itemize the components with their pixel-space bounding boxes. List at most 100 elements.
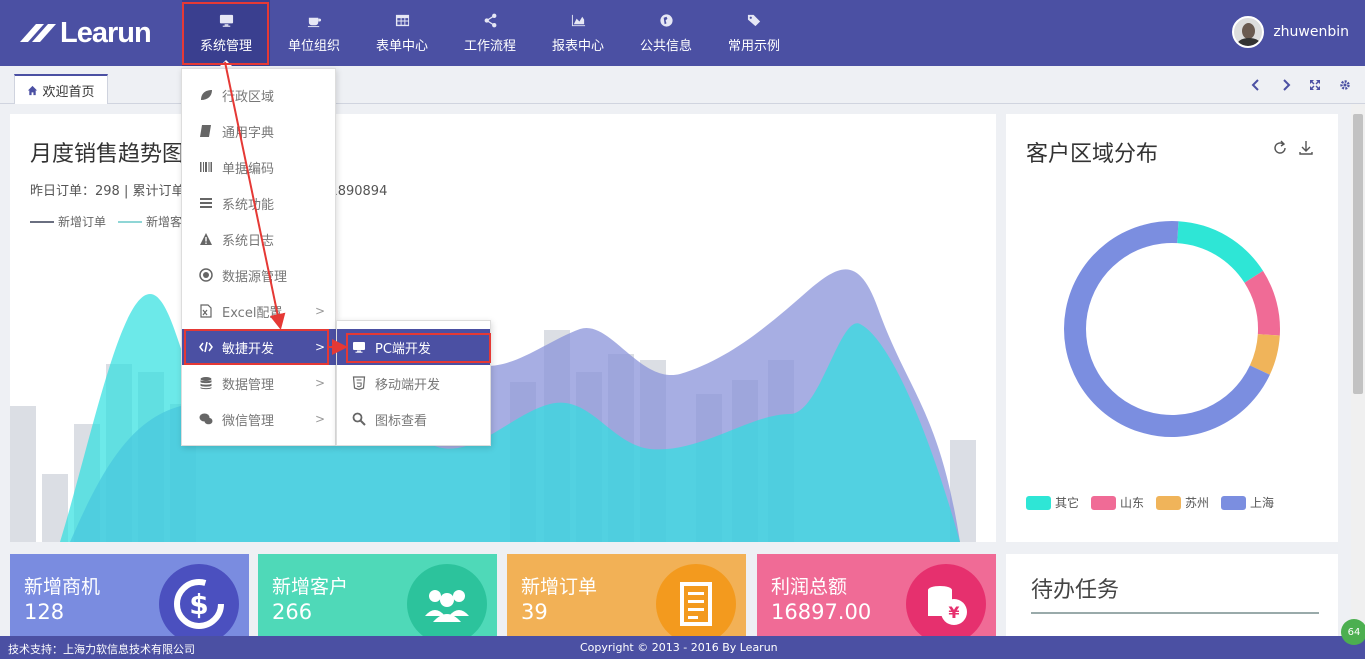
area-chart-icon <box>570 13 586 29</box>
monitor-icon <box>351 339 367 355</box>
submenu-item-pc-dev[interactable]: PC端开发 <box>337 329 490 365</box>
stat-card-orders[interactable]: 新增订单 39 <box>507 554 746 636</box>
region-distribution-panel: 客户区域分布 其它 山东 苏州 上海 <box>1006 114 1338 542</box>
nav-label: 系统管理 <box>199 38 252 54</box>
sales-trend-panel: 月度销售趋势图 昨日订单：298 | 累计订单 … 9840 | 累计交易额：1… <box>10 114 996 542</box>
legend-item[interactable]: 苏州 <box>1156 494 1209 511</box>
nav-item-form[interactable]: 表单中心 <box>358 0 446 66</box>
notification-badge[interactable]: 64 <box>1341 619 1365 645</box>
stat-value: 39 <box>521 600 548 624</box>
footer-copyright: Copyright © 2013 - 2016 By Learun <box>580 641 778 654</box>
list-icon <box>198 195 214 211</box>
app-logo[interactable]: Learun <box>14 17 152 49</box>
menu-item-logs[interactable]: 系统日志 <box>182 221 337 257</box>
donut-legend: 其它 山东 苏州 上海 <box>1026 494 1286 511</box>
chevron-right-icon: > <box>314 340 325 354</box>
home-icon <box>28 85 38 95</box>
agile-dev-submenu: PC端开发 移动端开发 图标查看 <box>336 320 491 446</box>
chevron-right-icon: > <box>314 376 325 390</box>
svg-text:$: $ <box>189 588 208 621</box>
nav-label: 常用示例 <box>727 38 780 54</box>
nav-label: 表单中心 <box>375 38 428 54</box>
submenu-item-icon-view[interactable]: 图标查看 <box>337 401 490 437</box>
nav-item-workflow[interactable]: 工作流程 <box>446 0 534 66</box>
divider <box>1031 612 1319 614</box>
stat-label: 新增商机 <box>24 576 101 598</box>
search-icon <box>351 411 367 427</box>
scrollbar-thumb[interactable] <box>1353 114 1363 394</box>
menu-item-code-rule[interactable]: 单据编码 <box>182 149 337 185</box>
stat-card-profit[interactable]: 利润总额 16897.00 ¥ <box>757 554 996 636</box>
table-icon <box>394 13 410 29</box>
database-icon <box>198 375 214 391</box>
main-nav: 系统管理 单位组织 表单中心 工作流程 报表中心 公共信息 常用示例 <box>182 0 798 66</box>
tab-home[interactable]: 欢迎首页 <box>14 74 108 104</box>
nav-item-examples[interactable]: 常用示例 <box>710 0 798 66</box>
nav-label: 单位组织 <box>287 38 340 54</box>
todo-panel: 待办任务 <box>1006 554 1338 636</box>
fullscreen-icon[interactable] <box>1308 78 1322 92</box>
nav-item-system[interactable]: 系统管理 <box>182 0 270 66</box>
chevron-right-icon: > <box>314 304 325 318</box>
nav-label: 公共信息 <box>639 38 692 54</box>
tab-next-icon[interactable] <box>1279 78 1293 92</box>
book-icon <box>198 123 214 139</box>
menu-item-dictionary[interactable]: 通用字典 <box>182 113 337 149</box>
donut-slice-1[interactable] <box>1244 270 1280 336</box>
nav-item-org[interactable]: 单位组织 <box>270 0 358 66</box>
region-donut-chart <box>1064 221 1280 437</box>
menu-item-agile-dev[interactable]: 敏捷开发 > <box>182 329 337 365</box>
stat-value: 128 <box>24 600 65 624</box>
chevron-right-icon: > <box>314 412 325 426</box>
stat-value: 16897.00 <box>771 600 872 624</box>
menu-item-excel[interactable]: Excel配置 > <box>182 293 337 329</box>
barcode-icon <box>198 159 214 175</box>
nav-label: 报表中心 <box>551 38 604 54</box>
menu-item-region[interactable]: 行政区域 <box>182 77 337 113</box>
top-navbar: Learun 系统管理 单位组织 表单中心 工作流程 报表中心 公共信息 常用示… <box>0 0 1365 66</box>
globe-icon <box>658 13 674 29</box>
leaf-icon <box>198 87 214 103</box>
legend-item[interactable]: 山东 <box>1091 494 1144 511</box>
sales-area-chart <box>10 269 976 542</box>
footer-support: 技术支持：上海力软信息技术有限公司 <box>8 643 195 656</box>
legend-item[interactable]: 上海 <box>1221 494 1274 511</box>
stat-label: 利润总额 <box>771 576 848 598</box>
stat-card-opportunities[interactable]: 新增商机 128 $ <box>10 554 249 636</box>
submenu-item-mobile-dev[interactable]: 移动端开发 <box>337 365 490 401</box>
donut-slice-0[interactable] <box>1177 221 1264 283</box>
code-icon <box>198 339 214 355</box>
tab-label: 欢迎首页 <box>42 84 95 100</box>
yen-coins-icon: ¥ <box>906 564 986 636</box>
coffee-icon <box>306 13 322 29</box>
menu-item-wechat[interactable]: 微信管理 > <box>182 401 337 437</box>
stat-card-customers[interactable]: 新增客户 266 <box>258 554 497 636</box>
todo-title: 待办任务 <box>1031 578 1120 603</box>
nav-item-report[interactable]: 报表中心 <box>534 0 622 66</box>
tags-icon <box>746 13 762 29</box>
legend-item[interactable]: 其它 <box>1026 494 1079 511</box>
user-menu[interactable]: zhuwenbin <box>1232 16 1349 48</box>
svg-text:¥: ¥ <box>948 603 959 622</box>
menu-item-datasource[interactable]: 数据源管理 <box>182 257 337 293</box>
menu-item-data-manage[interactable]: 数据管理 > <box>182 365 337 401</box>
avatar <box>1232 16 1265 48</box>
html5-icon <box>351 375 367 391</box>
share-icon <box>482 13 498 29</box>
target-icon <box>198 267 214 283</box>
wechat-icon <box>198 411 214 427</box>
excel-icon <box>198 303 214 319</box>
document-icon <box>656 564 736 636</box>
user-name: zhuwenbin <box>1273 24 1349 40</box>
settings-gear-icon[interactable] <box>1338 78 1352 92</box>
stat-label: 新增客户 <box>272 576 349 598</box>
users-icon <box>407 564 487 636</box>
menu-item-functions[interactable]: 系统功能 <box>182 185 337 221</box>
footer: 技术支持：上海力软信息技术有限公司 Copyright © 2013 - 201… <box>0 636 1365 659</box>
dollar-icon: $ <box>159 564 239 636</box>
system-dropdown-menu: 行政区域 通用字典 单据编码 系统功能 系统日志 数据源管理 Excel配置 >… <box>181 68 337 446</box>
monitor-icon <box>218 13 234 29</box>
nav-item-public[interactable]: 公共信息 <box>622 0 710 66</box>
stat-value: 266 <box>272 600 313 624</box>
tab-prev-icon[interactable] <box>1249 78 1263 92</box>
